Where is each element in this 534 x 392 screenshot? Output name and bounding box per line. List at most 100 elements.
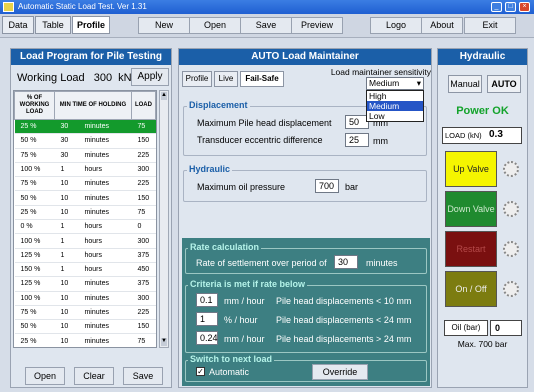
sensitivity-dropdown: High Medium Low <box>366 90 424 122</box>
sensitivity-select[interactable]: Medium ▾ <box>366 77 424 90</box>
row-unit: minutes <box>78 319 132 335</box>
row-load: 150 <box>131 190 156 206</box>
maximize-icon[interactable]: □ <box>505 2 516 12</box>
subtab-failsafe[interactable]: Fail-Safe <box>240 71 284 87</box>
row-percent: 50 % <box>14 190 55 206</box>
automatic-checkbox[interactable]: ✓ <box>196 367 205 376</box>
row-load: 300 <box>131 233 156 249</box>
row-percent: 50 % <box>14 133 55 149</box>
restart-load-button[interactable]: Restart Load <box>445 231 497 288</box>
criteria-1-input[interactable]: 0.1 <box>196 293 218 307</box>
about-button[interactable]: About <box>421 17 463 34</box>
table-row[interactable]: 50 % 10 minutes 150 <box>14 319 156 335</box>
apply-button[interactable]: Apply <box>131 68 169 86</box>
row-time: 1 <box>54 219 79 235</box>
minimize-icon[interactable]: _ <box>491 2 502 12</box>
row-unit: hours <box>78 248 132 263</box>
logo-button[interactable]: Logo <box>370 17 422 34</box>
row-percent: 150 % <box>14 262 55 278</box>
on-off-button[interactable]: On / Off <box>445 271 497 307</box>
table-row[interactable]: 75 % 10 minutes 225 <box>14 305 156 321</box>
max-oil-pressure-input[interactable]: 700 <box>315 179 339 193</box>
table-clear-button[interactable]: Clear <box>74 367 114 385</box>
table-row[interactable]: 100 % 1 hours 300 <box>14 162 156 178</box>
open-button[interactable]: Open <box>189 17 241 34</box>
row-time: 10 <box>54 176 79 192</box>
table-row[interactable]: 100 % 1 hours 300 <box>14 233 156 249</box>
scroll-up-icon[interactable]: ▲ <box>161 92 167 100</box>
table-open-button[interactable]: Open <box>25 367 65 385</box>
row-percent: 125 % <box>14 248 55 263</box>
row-load: 225 <box>131 305 156 321</box>
table-row[interactable]: 0 % 1 hours 0 <box>14 219 156 235</box>
new-button[interactable]: New <box>138 17 190 34</box>
criteria-1-unit: mm / hour <box>224 296 265 306</box>
auto-load-panel: AUTO Load Maintainer Profile Live Fail-S… <box>178 48 432 388</box>
restart-indicator-icon <box>503 241 519 257</box>
table-row[interactable]: 25 % 10 minutes 75 <box>14 333 156 347</box>
tab-table[interactable]: Table <box>35 16 71 34</box>
row-unit: hours <box>78 219 132 235</box>
max-oil-pressure-label: Maximum oil pressure <box>197 182 286 192</box>
displacement-group-label: Displacement <box>187 100 250 110</box>
exit-button[interactable]: Exit <box>464 17 516 34</box>
row-time: 30 <box>54 148 79 163</box>
load-label: LOAD (kN) <box>445 131 482 140</box>
table-row[interactable]: 125 % 1 hours 375 <box>14 248 156 263</box>
row-unit: hours <box>78 162 132 178</box>
scroll-down-icon[interactable]: ▼ <box>161 338 167 346</box>
working-load-label: Working Load <box>17 72 85 84</box>
subtab-profile[interactable]: Profile <box>182 71 212 87</box>
criteria-2-input[interactable]: 1 <box>196 312 218 326</box>
down-valve-button[interactable]: Down Valve <box>445 191 497 227</box>
table-row[interactable]: 75 % 10 minutes 225 <box>14 176 156 192</box>
criteria-3-input[interactable]: 0.24 <box>196 331 218 345</box>
rate-group-label: Rate calculation <box>188 242 262 252</box>
table-save-button[interactable]: Save <box>123 367 163 385</box>
row-time: 1 <box>54 233 79 249</box>
table-row[interactable]: 150 % 1 hours 450 <box>14 262 156 278</box>
table-scrollbar[interactable]: ▲ ▼ <box>159 90 169 348</box>
row-load: 225 <box>131 148 156 163</box>
rate-input[interactable]: 30 <box>334 255 358 269</box>
row-percent: 75 % <box>14 176 55 192</box>
auto-load-title: AUTO Load Maintainer <box>179 49 431 65</box>
option-high[interactable]: High <box>367 91 423 101</box>
table-row[interactable]: 25 % 30 minutes 75 <box>14 119 156 135</box>
manual-button[interactable]: Manual <box>448 75 482 93</box>
option-medium[interactable]: Medium <box>367 101 423 111</box>
option-low[interactable]: Low <box>367 111 423 121</box>
table-row[interactable]: 100 % 10 minutes 300 <box>14 291 156 306</box>
load-table: % OF WORKING LOAD MIN TIME OF HOLDING LO… <box>13 90 157 348</box>
up-valve-button[interactable]: Up Valve <box>445 151 497 187</box>
save-button[interactable]: Save <box>240 17 292 34</box>
row-percent: 100 % <box>14 233 55 249</box>
row-percent: 100 % <box>14 291 55 306</box>
eccentric-input[interactable]: 25 <box>345 133 369 147</box>
close-icon[interactable]: × <box>519 2 530 12</box>
override-button[interactable]: Override <box>312 364 368 380</box>
row-time: 1 <box>54 248 79 263</box>
criteria-2-unit: % / hour <box>224 315 258 325</box>
row-percent: 25 % <box>14 205 55 221</box>
oil-value: 0 <box>490 320 522 336</box>
table-row[interactable]: 75 % 30 minutes 225 <box>14 148 156 163</box>
table-row[interactable]: 25 % 10 minutes 75 <box>14 205 156 221</box>
row-load: 0 <box>131 219 156 235</box>
on-off-indicator-icon <box>503 281 519 297</box>
auto-button[interactable]: AUTO <box>487 75 521 93</box>
table-row[interactable]: 50 % 10 minutes 150 <box>14 190 156 206</box>
row-load: 75 <box>131 205 156 221</box>
row-percent: 75 % <box>14 305 55 321</box>
row-time: 10 <box>54 291 79 306</box>
subtab-live[interactable]: Live <box>214 71 238 87</box>
col-header-percent: % OF WORKING LOAD <box>14 91 55 120</box>
tab-profile[interactable]: Profile <box>72 16 110 34</box>
preview-button[interactable]: Preview <box>291 17 343 34</box>
tab-data[interactable]: Data <box>2 16 34 34</box>
app-icon <box>3 2 14 12</box>
row-time: 30 <box>54 133 79 149</box>
eccentric-unit: mm <box>373 136 388 146</box>
table-row[interactable]: 125 % 10 minutes 375 <box>14 276 156 292</box>
table-row[interactable]: 50 % 30 minutes 150 <box>14 133 156 149</box>
